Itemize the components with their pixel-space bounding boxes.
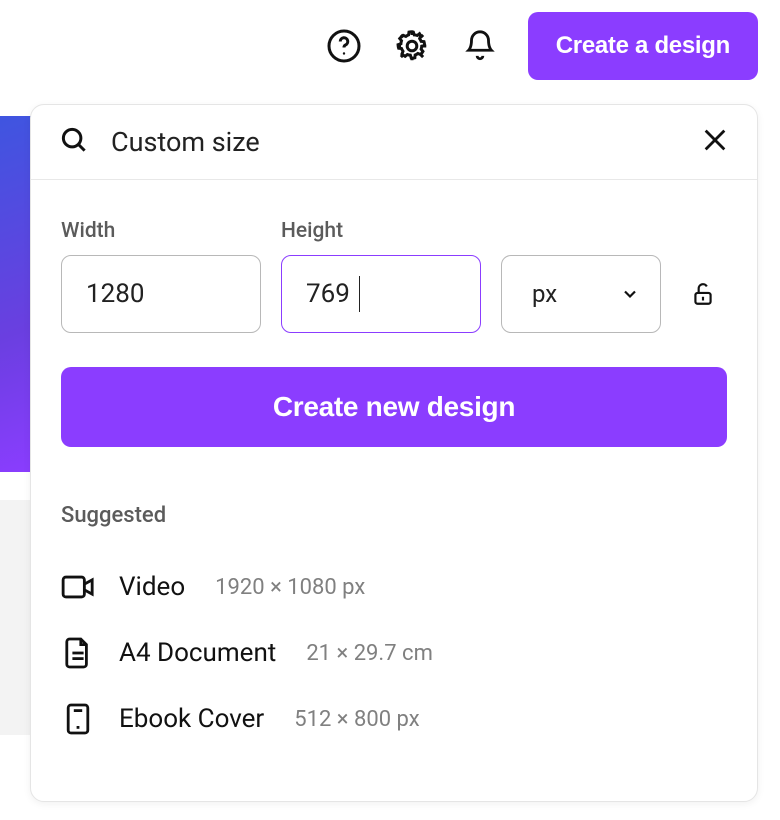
gear-icon [394,28,430,64]
suggested-item-name: Ebook Cover [119,704,264,734]
popover-body: Width Height px [31,180,757,447]
bell-icon [463,29,497,63]
background-gray [0,500,30,735]
suggested-item-a4-document[interactable]: A4 Document 21 × 29.7 cm [61,620,727,686]
custom-size-popover: Custom size Width Height [30,104,758,802]
ebook-icon [61,702,95,736]
help-button[interactable] [324,26,364,66]
suggested-heading: Suggested [61,503,727,528]
close-icon [701,126,729,154]
suggested-item-dims: 21 × 29.7 cm [306,641,433,666]
suggested-item-dims: 1920 × 1080 px [215,575,365,600]
create-design-button[interactable]: Create a design [528,12,758,80]
suggested-item-name: Video [119,572,185,602]
chevron-down-icon [620,284,640,304]
settings-button[interactable] [392,26,432,66]
lock-aspect-button[interactable] [681,255,725,333]
popover-header: Custom size [31,105,757,180]
create-new-design-button[interactable]: Create new design [61,367,727,447]
popover-title: Custom size [111,126,679,158]
lock-field [681,210,725,333]
width-input[interactable] [61,255,261,333]
height-input[interactable] [281,255,481,333]
document-icon [61,636,95,670]
height-label: Height [281,219,481,243]
suggested-item-dims: 512 × 800 px [294,707,419,732]
unlock-icon [690,281,716,307]
unit-value: px [532,280,557,308]
dimension-fields: Width Height px [61,210,727,333]
help-icon [326,28,362,64]
unit-field: px [501,210,661,333]
notifications-button[interactable] [460,26,500,66]
close-button[interactable] [701,126,729,158]
width-label: Width [61,219,261,243]
top-bar: Create a design [0,0,780,92]
width-field: Width [61,219,261,333]
suggested-item-name: A4 Document [119,638,276,668]
text-cursor [359,276,360,312]
suggested-section: Suggested Video 1920 × 1080 px A4 D [31,447,757,752]
height-field: Height [281,219,481,333]
suggested-item-ebook-cover[interactable]: Ebook Cover 512 × 800 px [61,686,727,752]
search-icon [59,125,89,159]
unit-select[interactable]: px [501,255,661,333]
suggested-item-video[interactable]: Video 1920 × 1080 px [61,554,727,620]
video-icon [61,570,95,604]
